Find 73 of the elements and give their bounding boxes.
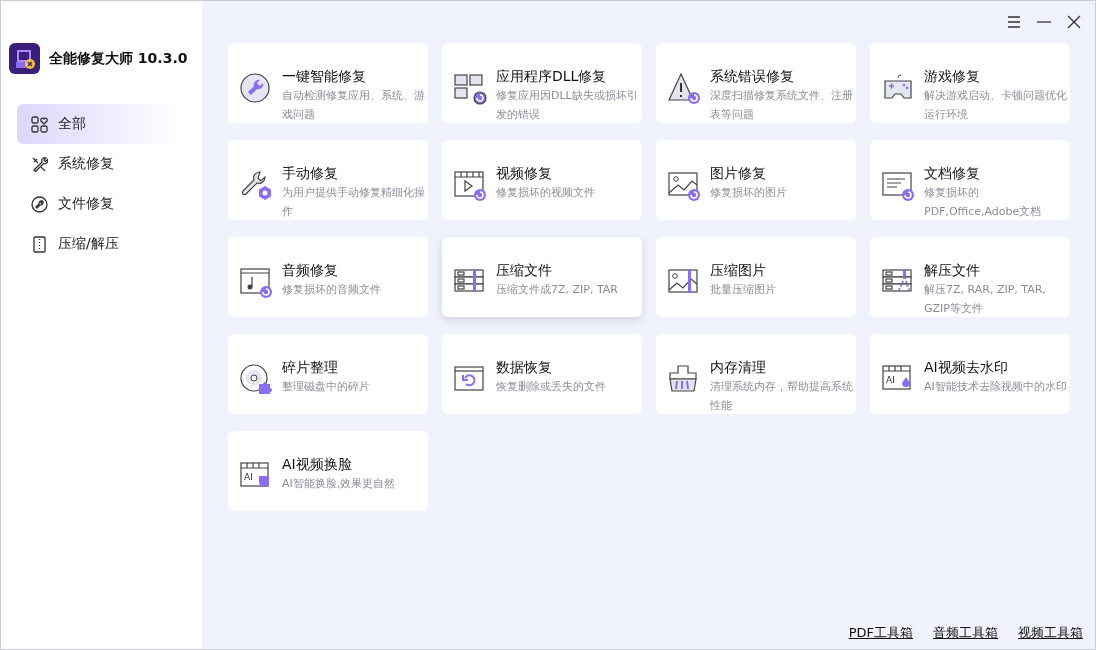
video-icon [453, 168, 487, 202]
card-description: 批量压缩图片 [710, 282, 777, 298]
tool-card[interactable]: 数据恢复 恢复删除或丢失的文件 [442, 334, 642, 414]
card-description: 深度扫描修复系统文件、注册表等问题 [710, 88, 854, 123]
tool-card[interactable]: 图片修复 修复损坏的图片 [656, 140, 856, 220]
card-title: AI视频去水印 [924, 358, 1009, 377]
card-description: 修复损坏的 PDF,Office,Adobe文档 [924, 185, 1043, 220]
toolbox-link[interactable]: PDF工具箱 [848, 624, 913, 642]
card-title: 一键智能修复 [282, 67, 367, 86]
card-title: 数据恢复 [496, 358, 553, 377]
card-title: 系统错误修复 [710, 67, 795, 86]
close-icon[interactable] [1065, 13, 1083, 31]
card-description: 解决游戏启动、卡顿问题优化运行环境 [924, 88, 1068, 123]
card-title: 压缩图片 [710, 261, 767, 280]
tool-card[interactable]: 压缩文件 压缩文件成7Z, ZIP, TAR [442, 237, 642, 317]
sidebar-label: 系统修复 [58, 155, 114, 173]
card-description: 解压7Z, RAR, ZIP, TAR, GZIP等文件 [924, 282, 1047, 317]
card-description: 修复应用因DLL缺失或损坏引发的错误 [496, 88, 639, 123]
card-description: 整理磁盘中的碎片 [282, 379, 371, 395]
sidebar-label: 文件修复 [58, 195, 114, 213]
card-description: 压缩文件成7Z, ZIP, TAR [496, 282, 619, 298]
tool-card[interactable]: 手动修复 为用户提供手动修复精细化操作 [228, 140, 428, 220]
tool-card[interactable]: AI AI视频去水印 AI智能技术去除视频中的水印 [870, 334, 1070, 414]
card-description: 恢复删除或丢失的文件 [496, 379, 607, 395]
audio-icon [239, 265, 273, 299]
card-description: AI智能换脸,效果更自然 [282, 476, 397, 492]
tools-icon [31, 155, 48, 173]
card-title: 压缩文件 [496, 261, 553, 280]
card-description: 修复损坏的音频文件 [282, 282, 382, 298]
card-title: 应用程序DLL修复 [496, 67, 608, 86]
toolbox-link[interactable]: 音频工具箱 [933, 624, 998, 642]
card-description: 自动检测修复应用、系统、游戏问题 [282, 88, 426, 123]
toolbox-link[interactable]: 视频工具箱 [1018, 624, 1083, 642]
tool-card[interactable]: 解压文件 解压7Z, RAR, ZIP, TAR, GZIP等文件 [870, 237, 1070, 317]
card-description: 为用户提供手动修复精细化操作 [282, 185, 426, 220]
card-description: 修复损坏的图片 [710, 185, 788, 201]
card-title: 碎片整理 [282, 358, 339, 377]
tool-card[interactable]: 游戏修复 解决游戏启动、卡顿问题优化运行环境 [870, 43, 1070, 123]
tool-card[interactable]: 系统错误修复 深度扫描修复系统文件、注册表等问题 [656, 43, 856, 123]
tool-card[interactable]: 一键智能修复 自动检测修复应用、系统、游戏问题 [228, 43, 428, 123]
card-title: 文档修复 [924, 164, 981, 183]
sidebar-item[interactable]: 系统修复 [17, 144, 184, 184]
grid-icon [31, 115, 48, 133]
wrench-icon [31, 195, 48, 213]
tool-card[interactable]: 音频修复 修复损坏的音频文件 [228, 237, 428, 317]
tool-card[interactable]: 压缩图片 批量压缩图片 [656, 237, 856, 317]
error-icon [667, 71, 701, 105]
card-title: 游戏修复 [924, 67, 981, 86]
sidebar-item[interactable]: 压缩/解压 [17, 224, 184, 264]
sidebar-label: 全部 [58, 115, 86, 133]
menu-icon[interactable] [1005, 13, 1023, 31]
tool-card[interactable]: AI AI视频换脸 AI智能换脸,效果更自然 [228, 431, 428, 511]
card-title: 音频修复 [282, 261, 339, 280]
card-title: 解压文件 [924, 261, 981, 280]
app-title: 全能修复大师 10.3.0 [49, 49, 188, 68]
tool-card[interactable]: 视频修复 修复损坏的视频文件 [442, 140, 642, 220]
card-title: 手动修复 [282, 164, 339, 183]
zip-file-icon [31, 235, 48, 253]
card-title: AI视频换脸 [282, 455, 353, 474]
card-title: 图片修复 [710, 164, 767, 183]
card-description: 修复损坏的视频文件 [496, 185, 596, 201]
tool-card[interactable]: 内存清理 清理系统内存，帮助提高系统性能 [656, 334, 856, 414]
repair-icon [239, 71, 273, 105]
card-title: 视频修复 [496, 164, 553, 183]
sidebar-item[interactable]: 文件修复 [17, 184, 184, 224]
sidebar-label: 压缩/解压 [58, 235, 119, 253]
tool-card[interactable]: 应用程序DLL修复 修复应用因DLL缺失或损坏引发的错误 [442, 43, 642, 123]
tool-card[interactable]: 文档修复 修复损坏的 PDF,Office,Adobe文档 [870, 140, 1070, 220]
card-title: 内存清理 [710, 358, 767, 377]
card-description: AI智能技术去除视频中的水印 [924, 379, 1068, 395]
tool-card[interactable]: 碎片整理 整理磁盘中的碎片 [228, 334, 428, 414]
app-logo [9, 43, 40, 74]
card-description: 清理系统内存，帮助提高系统性能 [710, 379, 854, 414]
